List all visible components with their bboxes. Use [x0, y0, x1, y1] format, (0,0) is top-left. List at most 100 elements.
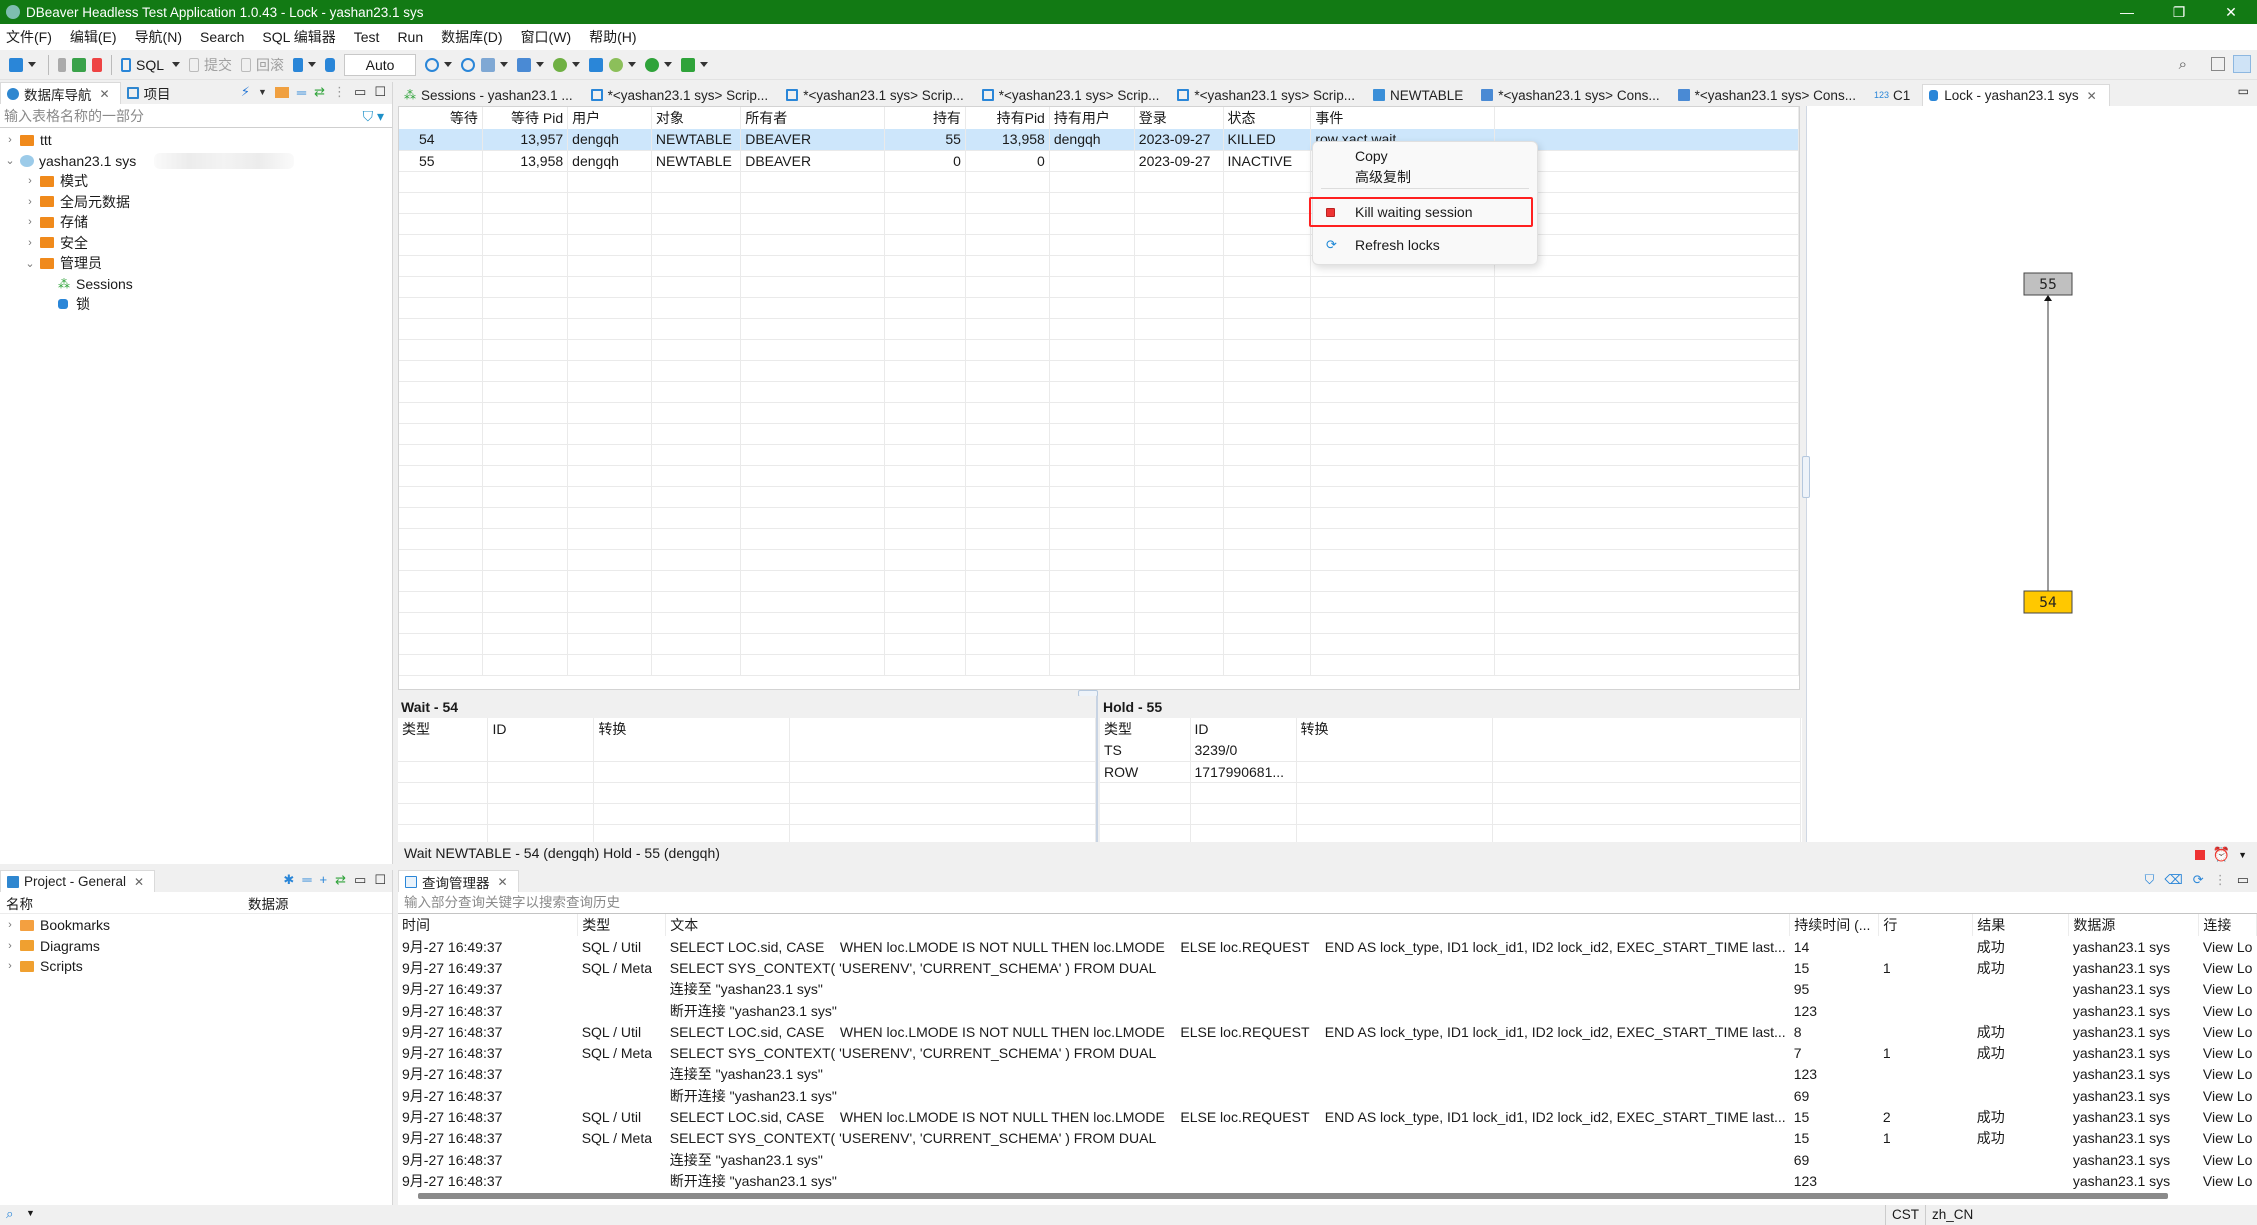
collapse-arrow-icon[interactable]: ⌄	[24, 257, 36, 270]
query-history-row[interactable]: 9月-27 16:48:37 断开连接 "yashan23.1 sys" 123 ya…	[398, 1170, 2257, 1191]
menu-search[interactable]: Search	[200, 29, 244, 45]
stop-icon[interactable]	[2194, 849, 2205, 860]
filter-icon[interactable]: ⛉	[2145, 872, 2155, 888]
table-row[interactable]: 54 13,957 dengqh NEWTABLE DBEAVER 55 13,958 den…	[399, 129, 1799, 151]
cell-id[interactable]: 3239/0	[1190, 740, 1297, 762]
close-tab-icon[interactable]: ✕	[100, 87, 110, 101]
tree-item-storage[interactable]: › 存储	[0, 212, 392, 233]
minimize-panel-icon[interactable]: ▭	[2237, 872, 2249, 888]
column-header-connection[interactable]: 连接	[2198, 914, 2257, 936]
refresh-icon[interactable]: ⟳	[2193, 872, 2204, 888]
tree-item-diagrams[interactable]: › Diagrams	[0, 936, 392, 957]
bug-icon[interactable]	[609, 57, 624, 72]
column-header-id[interactable]: ID	[487, 718, 595, 740]
column-header-datasource[interactable]: 数据源	[248, 893, 289, 913]
editor-tab-newtable[interactable]: NEWTABLE	[1367, 84, 1475, 106]
cell-wait[interactable]: 55	[399, 150, 483, 172]
menu-item-copy[interactable]: Copy	[1313, 145, 1537, 167]
cell-conn[interactable]: View Lo	[2199, 957, 2257, 978]
sql-editor-dropdown[interactable]	[172, 62, 181, 67]
cell-conn[interactable]: View Lo	[2199, 1106, 2257, 1127]
dropdown-icon[interactable]: ▼	[258, 87, 267, 97]
auto-refresh-dropdown[interactable]: ▼	[2238, 850, 2247, 860]
editor-tab-script[interactable]: *<yashan23.1 sys> Scrip...	[780, 84, 976, 106]
column-header-owner[interactable]: 所有者	[740, 107, 885, 129]
cell-type[interactable]: ROW	[1100, 761, 1191, 783]
tab-projects[interactable]: 项目	[121, 82, 181, 104]
new-connection-icon[interactable]: ⚡	[241, 84, 250, 100]
auto-refresh-icon[interactable]: ⏰	[2213, 846, 2230, 863]
collapse-all-icon[interactable]: ═	[302, 872, 311, 888]
menu-window[interactable]: 窗口(W)	[521, 27, 572, 47]
search-icon[interactable]: ⌕	[6, 1206, 14, 1222]
filter-icon[interactable]: ⛉ ▾	[363, 108, 384, 125]
cell-type[interactable]: TS	[1100, 740, 1191, 762]
external-tools-dropdown[interactable]	[700, 62, 709, 67]
monitor-icon[interactable]	[589, 57, 604, 72]
cell-status[interactable]: KILLED	[1223, 129, 1312, 151]
expand-arrow-icon[interactable]: ›	[24, 196, 36, 208]
cell-hold[interactable]: 0	[884, 150, 966, 172]
sql-editor-button[interactable]: SQL	[136, 57, 164, 73]
disconnect-icon[interactable]	[92, 57, 102, 72]
column-header-datasource[interactable]: 数据源	[2068, 914, 2200, 936]
close-tab-icon[interactable]: ✕	[498, 875, 508, 889]
minimize-panel-icon[interactable]: ▭	[354, 872, 366, 888]
link-with-editor-icon[interactable]: ⇄	[335, 872, 346, 888]
cell-hold-user[interactable]: dengqh	[1049, 129, 1135, 151]
cell-conn[interactable]: View Lo	[2199, 1064, 2257, 1085]
column-header-hold[interactable]: 持有	[884, 107, 966, 129]
connect-icon[interactable]	[58, 57, 66, 72]
column-header-wait[interactable]: 等待	[399, 107, 483, 129]
history-icon[interactable]	[425, 57, 440, 72]
clear-history-icon[interactable]: ⌫	[2164, 872, 2182, 888]
bug-dropdown[interactable]	[628, 62, 637, 67]
cell-object[interactable]: NEWTABLE	[651, 129, 742, 151]
minimize-panel-icon[interactable]: ▭	[354, 84, 366, 100]
expand-arrow-icon[interactable]: ›	[4, 919, 16, 931]
expand-arrow-icon[interactable]: ›	[4, 940, 16, 952]
editor-tab-c1[interactable]: 123 C1	[1868, 84, 1922, 106]
open-perspective-icon[interactable]	[2211, 57, 2225, 71]
cell-conn[interactable]: View Lo	[2199, 1128, 2257, 1149]
cell-wait[interactable]: 54	[399, 129, 483, 151]
cell-hold-user[interactable]	[1049, 150, 1135, 172]
menu-item-refresh-locks[interactable]: ⟳ Refresh locks	[1313, 234, 1537, 256]
link-with-editor-icon[interactable]: ⇄	[314, 84, 325, 100]
cell-login[interactable]: 2023-09-27	[1134, 129, 1224, 151]
cell-status[interactable]: INACTIVE	[1223, 150, 1312, 172]
query-history-row[interactable]: 9月-27 16:49:37 SQL / Meta SELECT SYS_CONTE…	[398, 957, 2257, 978]
editor-tab-lock[interactable]: Lock - yashan23.1 sys ✕	[1922, 84, 2110, 106]
er-diagram-dropdown[interactable]	[536, 62, 545, 67]
minimize-editor-icon[interactable]: ▭	[2238, 84, 2249, 98]
cell-conn[interactable]: View Lo	[2199, 1085, 2257, 1106]
cell-hold-pid[interactable]: 13,958	[965, 129, 1050, 151]
editor-tab-script[interactable]: *<yashan23.1 sys> Scrip...	[976, 84, 1172, 106]
run-icon[interactable]	[645, 57, 660, 72]
query-history-row[interactable]: 9月-27 16:48:37 SQL / Meta SELECT SYS_CONTE…	[398, 1128, 2257, 1149]
commit-button[interactable]: 提交	[204, 55, 232, 75]
query-history-row[interactable]: 9月-27 16:49:37 SQL / Util SELECT LOC.sid, …	[398, 936, 2257, 957]
cell-conn[interactable]: View Lo	[2199, 979, 2257, 1000]
navigator-filter-input[interactable]	[4, 107, 344, 124]
dbeaver-perspective-icon[interactable]	[2233, 55, 2251, 73]
editor-tab-console[interactable]: *<yashan23.1 sys> Cons...	[1475, 84, 1671, 106]
tree-item-schemas[interactable]: › 模式	[0, 171, 392, 192]
menu-file[interactable]: 文件(F)	[6, 27, 52, 47]
transaction-mode-icon[interactable]	[293, 57, 304, 72]
tree-item-scripts[interactable]: › Scripts	[0, 956, 392, 977]
column-header-text[interactable]: 文本	[665, 914, 1791, 936]
tree-item-administer[interactable]: ⌄ 管理员	[0, 253, 392, 274]
cell-conn[interactable]: View Lo	[2199, 936, 2257, 957]
horizontal-scrollbar[interactable]	[418, 1193, 2168, 1199]
new-query-dropdown[interactable]	[500, 62, 509, 67]
search-dropdown[interactable]: ▼	[26, 1208, 35, 1218]
menu-help[interactable]: 帮助(H)	[589, 27, 636, 47]
close-window-button[interactable]: ✕	[2205, 0, 2257, 24]
rollback-button[interactable]: 回滚	[256, 55, 284, 75]
external-tools-icon[interactable]	[681, 57, 696, 72]
tree-item-global-metadata[interactable]: › 全局元数据	[0, 192, 392, 213]
new-query-icon[interactable]	[481, 57, 496, 72]
column-header-type[interactable]: 类型	[1100, 718, 1191, 740]
column-header-duration[interactable]: 持续时间 (...	[1789, 914, 1880, 936]
